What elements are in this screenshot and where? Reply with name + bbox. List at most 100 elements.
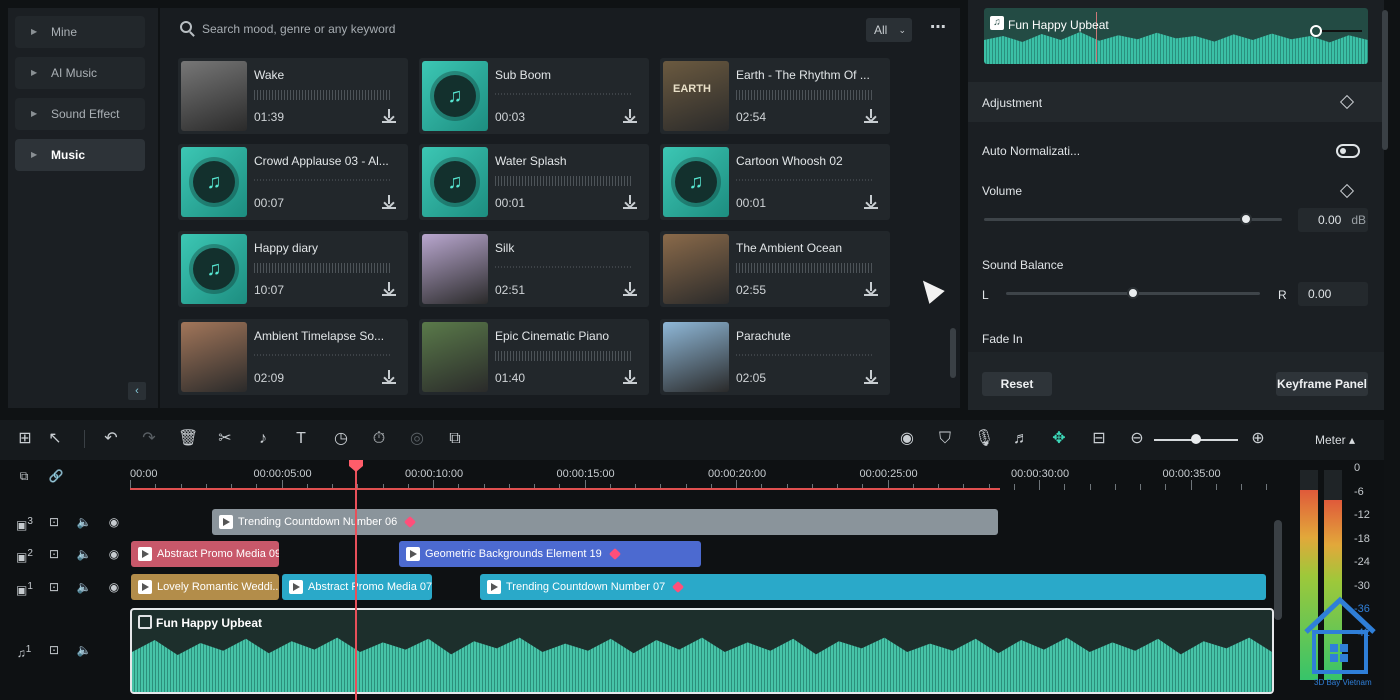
download-icon[interactable] — [382, 194, 396, 210]
fit-timeline-icon[interactable]: ⊟ — [1090, 430, 1108, 448]
music-card[interactable]: Silk 02:51 — [419, 231, 649, 307]
time-ruler[interactable]: 00:00 00:00:05:00 00:00:10:00 00:00:15:00 00… — [130, 464, 1293, 490]
delete-icon[interactable]: 🗑 — [178, 430, 198, 448]
speaker-icon[interactable]: 🔈 — [76, 546, 92, 562]
search-input[interactable]: Search mood, genre or any keyword — [202, 22, 395, 36]
eye-icon[interactable]: ◉ — [106, 514, 122, 530]
music-card[interactable]: Wake 01:39 — [178, 58, 408, 134]
speed-icon[interactable]: ◷ — [332, 430, 350, 448]
balance-slider-knob[interactable] — [1127, 287, 1139, 299]
zoom-in-icon[interactable]: ⊕ — [1249, 430, 1267, 448]
library-scrollbar[interactable] — [950, 328, 956, 378]
download-icon[interactable] — [382, 281, 396, 297]
speaker-icon[interactable]: 🔈 — [76, 579, 92, 595]
timeline-clip[interactable]: Abstract Promo Media 09 — [131, 541, 279, 567]
timer-icon[interactable]: ⏱ — [370, 430, 388, 448]
volume-slider[interactable] — [984, 218, 1282, 221]
keyframe-diamond-icon[interactable] — [1339, 183, 1355, 199]
music-card[interactable]: Epic Cinematic Piano 01:40 — [419, 319, 649, 395]
music-card[interactable]: Ambient Timelapse So... 02:09 — [178, 319, 408, 395]
add-track-icon[interactable]: ⧉ — [16, 468, 32, 484]
eye-icon[interactable]: ◉ — [106, 546, 122, 562]
music-card[interactable]: ♫ Happy diary 10:07 — [178, 231, 408, 307]
lock-icon[interactable]: ⊡ — [46, 642, 62, 658]
audio-mixer-icon[interactable]: ♬ — [1012, 430, 1030, 448]
timeline-clip[interactable]: Geometric Backgrounds Element 19 — [399, 541, 701, 567]
volume-value-field[interactable]: 0.00 dB — [1298, 208, 1368, 232]
speaker-icon[interactable]: 🔈 — [76, 642, 92, 658]
layout-grid-icon[interactable]: ⊞ — [16, 430, 34, 448]
search-bar[interactable]: Search mood, genre or any keyword All ⌄ ⋯ — [172, 16, 952, 42]
text-tool-icon[interactable]: T — [292, 430, 310, 448]
audio-detach-icon[interactable]: ♪ — [254, 430, 272, 448]
music-card[interactable]: Parachute 02:05 — [660, 319, 890, 395]
download-icon[interactable] — [623, 194, 637, 210]
microphone-icon[interactable]: 🎙 — [974, 430, 994, 448]
crop-icon[interactable]: ⧉ — [446, 430, 464, 448]
music-card[interactable]: ♫ Cartoon Whoosh 02 00:01 — [660, 144, 890, 220]
redo-icon[interactable]: ↷ — [140, 430, 158, 448]
balance-value-field[interactable]: 0.00 — [1298, 282, 1368, 306]
snap-icon[interactable]: ✥ — [1050, 430, 1068, 448]
download-icon[interactable] — [623, 369, 637, 385]
download-icon[interactable] — [382, 108, 396, 124]
speaker-icon[interactable]: 🔈 — [76, 514, 92, 530]
marker-icon[interactable]: ⛉ — [936, 430, 954, 448]
select-pointer-icon[interactable]: ↖ — [46, 430, 64, 448]
music-card[interactable]: The Ambient Ocean 02:55 — [660, 231, 890, 307]
keyframe-diamond-icon[interactable] — [1339, 94, 1355, 110]
meter-dropdown[interactable]: Meter ▴ — [1300, 430, 1370, 450]
preview-volume-track[interactable] — [1322, 30, 1362, 32]
download-icon[interactable] — [623, 108, 637, 124]
timeline-clip[interactable]: Lovely Romantic Weddi... — [131, 574, 279, 600]
keyframe-panel-button[interactable]: Keyframe Panel — [1276, 372, 1368, 396]
caret-right-icon: ▶ — [31, 27, 38, 36]
adjustment-section-header[interactable]: Adjustment — [968, 82, 1384, 122]
split-scissors-icon[interactable]: ✂ — [216, 430, 234, 448]
auto-normalization-toggle[interactable] — [1336, 144, 1360, 158]
music-card[interactable]: ♫ Sub Boom 00:03 — [419, 58, 649, 134]
volume-slider-knob[interactable] — [1240, 213, 1253, 225]
music-card[interactable]: ♫ Water Splash 00:01 — [419, 144, 649, 220]
timeline-clip[interactable]: Trending Countdown Number 07 — [480, 574, 1266, 600]
ruler-tick — [1241, 484, 1242, 490]
music-disc-thumbnail: ♫ — [181, 234, 247, 304]
sidebar-item-ai-music[interactable]: ▶ AI Music — [15, 57, 145, 89]
ruler-time-label: 00:00:10:00 — [405, 468, 464, 480]
sidebar-item-sound-effect[interactable]: ▶ Sound Effect — [15, 98, 145, 130]
download-icon[interactable] — [382, 369, 396, 385]
timeline-scrollbar[interactable] — [1274, 520, 1282, 620]
track-thumbnail — [181, 61, 247, 131]
eye-icon[interactable]: ◉ — [106, 579, 122, 595]
zoom-slider-knob[interactable] — [1191, 434, 1201, 444]
audio-clip[interactable]: Fun Happy Upbeat — [130, 608, 1274, 694]
download-icon[interactable] — [623, 281, 637, 297]
music-card[interactable]: EARTH Earth - The Rhythm Of ... 02:54 — [660, 58, 890, 134]
download-icon[interactable] — [864, 369, 878, 385]
download-icon[interactable] — [864, 108, 878, 124]
lock-icon[interactable]: ⊡ — [46, 514, 62, 530]
lock-icon[interactable]: ⊡ — [46, 546, 62, 562]
properties-scrollbar[interactable] — [1382, 10, 1388, 150]
filter-dropdown[interactable]: All ⌄ — [866, 18, 912, 42]
chevron-left-icon[interactable]: ‹ — [128, 382, 146, 400]
download-icon[interactable] — [864, 194, 878, 210]
preview-volume-knob[interactable] — [1310, 25, 1322, 37]
sidebar-item-mine[interactable]: ▶ Mine — [15, 16, 145, 48]
music-note-icon — [138, 615, 152, 629]
track-thumbnail — [422, 234, 488, 304]
timeline-clip[interactable]: Abstract Promo Media 07 — [282, 574, 432, 600]
zoom-out-icon[interactable]: ⊖ — [1128, 430, 1146, 448]
undo-icon[interactable]: ↶ — [102, 430, 120, 448]
render-preview-icon[interactable]: ◉ — [898, 430, 916, 448]
more-icon[interactable]: ⋯ — [926, 18, 950, 42]
lock-icon[interactable]: ⊡ — [46, 579, 62, 595]
download-icon[interactable] — [864, 281, 878, 297]
timeline-clip[interactable]: Trending Countdown Number 06 — [212, 509, 998, 535]
mask-icon[interactable]: ◎ — [408, 430, 426, 448]
sidebar-item-music[interactable]: ▶ Music — [15, 139, 145, 171]
link-icon[interactable]: 🔗 — [48, 468, 64, 484]
reset-button[interactable]: Reset — [982, 372, 1052, 396]
playhead[interactable] — [355, 460, 357, 700]
music-card[interactable]: ♫ Crowd Applause 03 - Al... 00:07 — [178, 144, 408, 220]
